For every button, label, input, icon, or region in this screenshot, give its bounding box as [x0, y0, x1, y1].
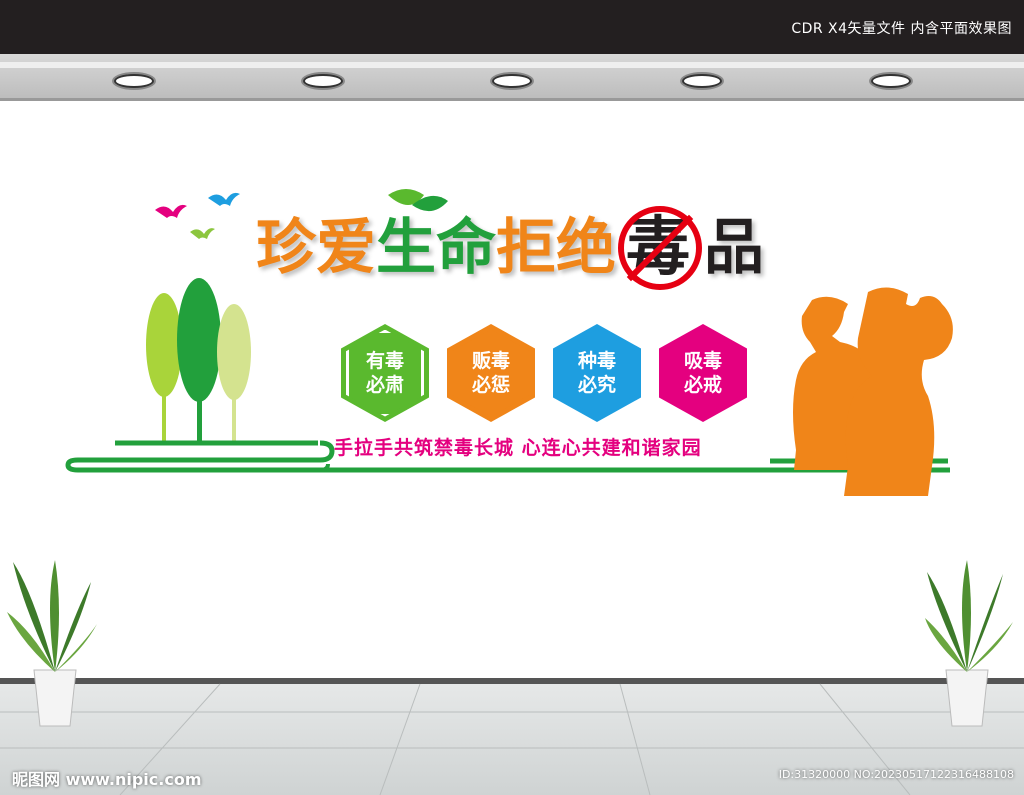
plant-left	[7, 560, 97, 727]
hexagon-line-2: 必戒	[683, 374, 722, 396]
title-part-3: 拒绝	[496, 213, 616, 283]
hexagon-line-1: 贩毒	[471, 350, 510, 372]
tree-group	[146, 278, 251, 442]
soldiers-silhouette	[793, 287, 953, 496]
hexagon-line-2: 必肃	[365, 374, 404, 396]
main-title: 珍爱 生命 拒绝 毒 品	[256, 206, 764, 290]
prohibition-sign-icon: 毒	[618, 206, 702, 290]
plant-right	[925, 560, 1013, 727]
hexagon-inner: 吸毒 必戒	[664, 329, 742, 417]
slogan-text: 手拉手共筑禁毒长城 心连心共建和谐家园	[334, 437, 702, 459]
hexagon-inner: 贩毒 必惩	[452, 329, 530, 417]
hexagon-inner: 有毒 必肃	[346, 329, 424, 417]
title-part-2: 生命	[376, 213, 496, 283]
bird-icon	[155, 204, 187, 218]
hexagon-line-2: 必究	[577, 374, 616, 396]
title-part-1: 珍爱	[256, 213, 376, 283]
bird-icon	[190, 228, 215, 239]
hexagon-line-1: 种毒	[577, 350, 616, 372]
title-part-4: 品	[704, 213, 764, 283]
id-watermark: ID:31320000 NO:20230517122316488108	[778, 768, 1014, 781]
bird-icon	[208, 192, 240, 206]
hexagon-line-2: 必惩	[471, 374, 510, 396]
hexagon-inner: 种毒 必究	[558, 329, 636, 417]
hexagon-line-1: 吸毒	[683, 350, 722, 372]
hexagon-line-1: 有毒	[365, 350, 404, 372]
site-watermark: 昵图网 www.nipic.com	[12, 770, 202, 789]
